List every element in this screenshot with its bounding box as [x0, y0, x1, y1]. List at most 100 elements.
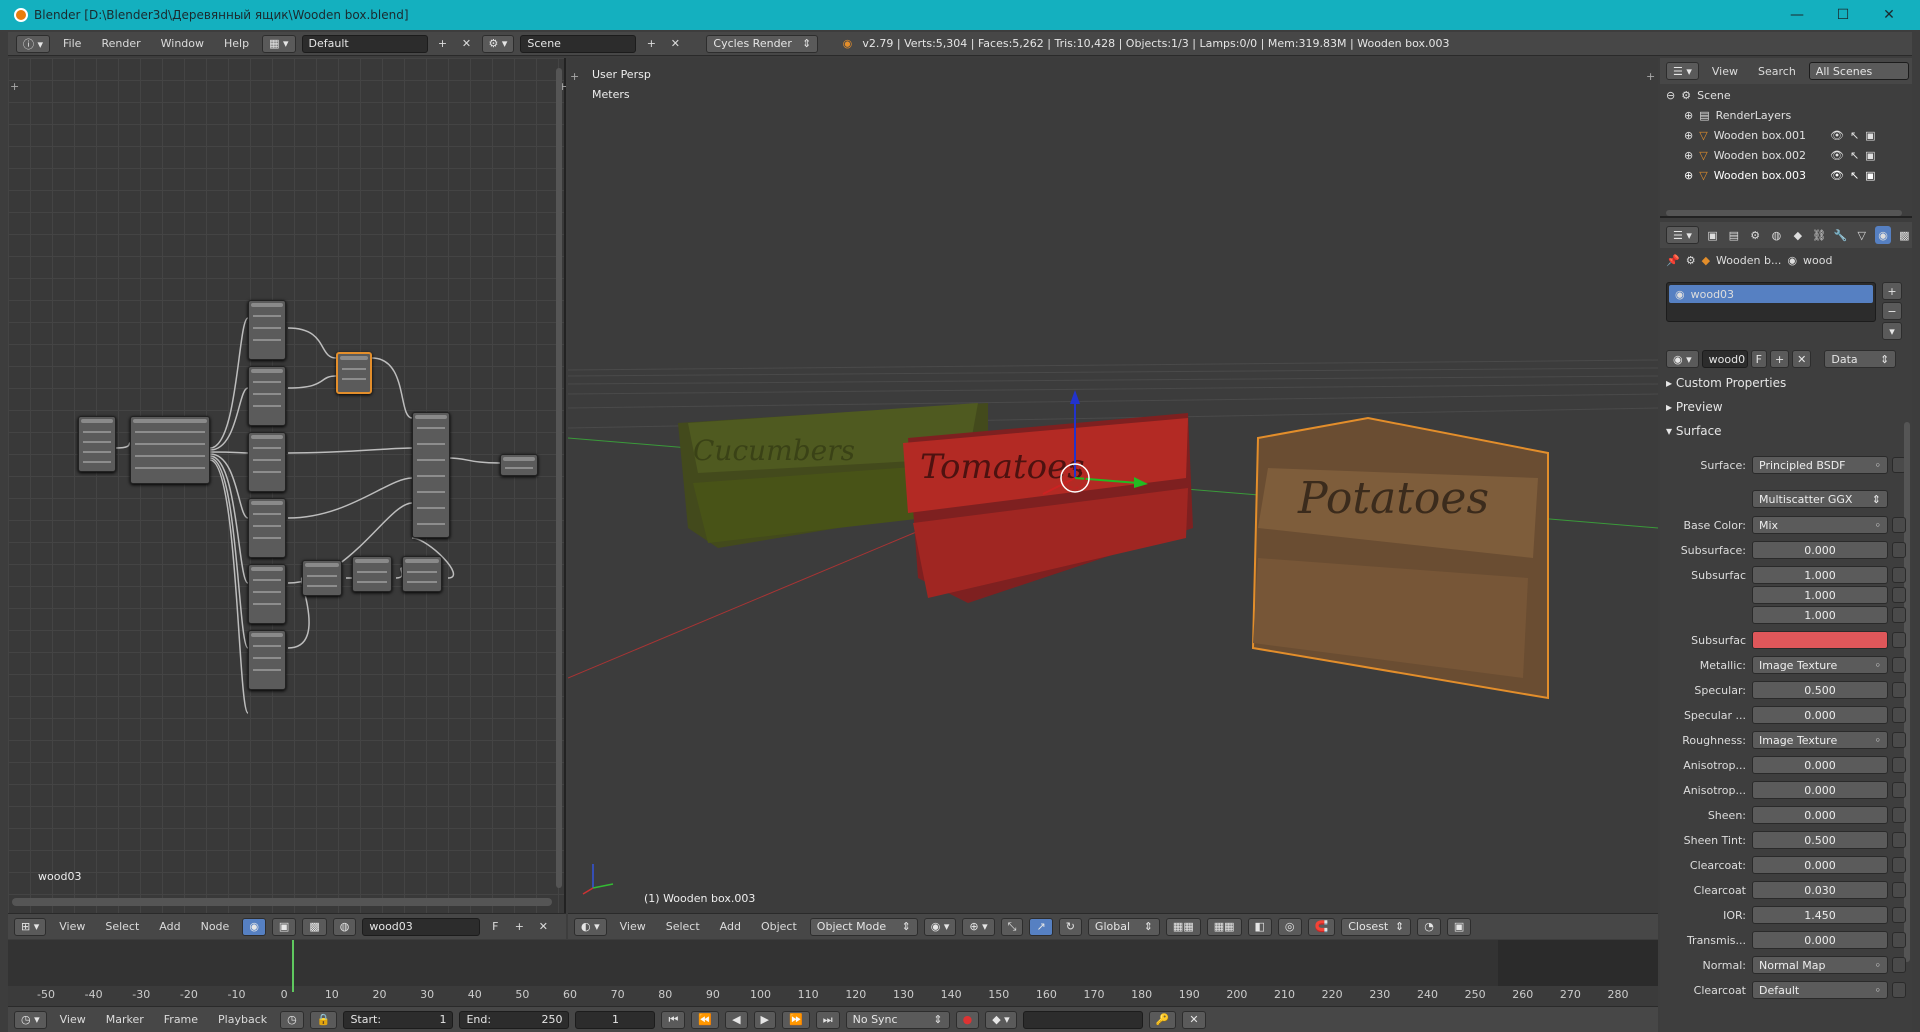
- prop-number-field[interactable]: 1.000: [1752, 586, 1888, 604]
- outliner-item-wooden-box-003[interactable]: ⊕ ▽ Wooden box.003 👁 ↖ ▣: [1684, 166, 1876, 184]
- node-horizontal-scrollbar[interactable]: [12, 898, 552, 906]
- timeline[interactable]: -50 -40 -30 -20 -10 0 10 20 30 40 50 60 70 80 90 100 110…: [8, 940, 1658, 1010]
- prop-link-button[interactable]: [1892, 882, 1906, 898]
- expand-icon[interactable]: ⊖: [1666, 89, 1675, 102]
- play-icon[interactable]: ▶: [753, 1010, 776, 1029]
- render-tab-icon[interactable]: ▣: [1705, 226, 1720, 244]
- outliner-scrollbar[interactable]: [1666, 210, 1902, 216]
- keying-set-icon[interactable]: ◆ ▾: [985, 1010, 1017, 1029]
- slot-specials-button[interactable]: ▾: [1882, 322, 1902, 340]
- outliner-menu-search[interactable]: Search: [1751, 65, 1803, 78]
- prop-number-field[interactable]: 0.500: [1752, 831, 1888, 849]
- node-menu-node[interactable]: Node: [194, 920, 237, 933]
- material-link-select[interactable]: Data ⇕: [1824, 350, 1897, 368]
- timeline-menu-playback[interactable]: Playback: [211, 1013, 274, 1026]
- prop-link-button[interactable]: [1892, 682, 1906, 698]
- remove-slot-button[interactable]: −: [1882, 302, 1902, 320]
- menu-help[interactable]: Help: [217, 37, 256, 50]
- expand-icon[interactable]: ⊕: [1684, 109, 1693, 122]
- data-tab-icon[interactable]: ▽: [1854, 226, 1869, 244]
- constraints-tab-icon[interactable]: ⛓: [1811, 226, 1826, 244]
- scene-field[interactable]: Scene: [520, 34, 637, 53]
- node-fake-user-button[interactable]: F: [486, 918, 504, 936]
- prop-select[interactable]: Normal Map ◦: [1752, 956, 1888, 974]
- prop-number-field[interactable]: 0.000: [1752, 781, 1888, 799]
- node-menu-add[interactable]: Add: [152, 920, 187, 933]
- current-frame-field[interactable]: 1: [575, 1010, 656, 1029]
- outliner-item-renderlayers[interactable]: ⊕ ▤ RenderLayers: [1684, 106, 1791, 124]
- prev-keyframe-icon[interactable]: ⏪: [691, 1010, 720, 1029]
- screen-layout-icon[interactable]: ▦ ▾: [262, 34, 296, 53]
- orientation-select[interactable]: Global ⇕: [1087, 917, 1160, 936]
- remove-scene-icon[interactable]: ✕: [666, 35, 684, 53]
- node-material-field[interactable]: wood03: [362, 917, 481, 936]
- node-add-material-icon[interactable]: +: [510, 918, 528, 936]
- material-tab-icon[interactable]: ◉: [1875, 226, 1891, 244]
- prop-link-button[interactable]: [1892, 632, 1906, 648]
- close-button[interactable]: ✕: [1866, 0, 1912, 30]
- jump-end-icon[interactable]: ⏭: [815, 1010, 840, 1029]
- material-new-icon[interactable]: +: [1769, 350, 1790, 368]
- node-principled-bsdf[interactable]: [412, 412, 450, 538]
- prop-number-field[interactable]: 1.450: [1752, 906, 1888, 924]
- material-unlink-icon[interactable]: ✕: [1792, 350, 1812, 368]
- prop-number-field[interactable]: 1.000: [1752, 606, 1888, 624]
- layers-tab-icon[interactable]: ▤: [1726, 226, 1741, 244]
- timeline-menu-marker[interactable]: Marker: [99, 1013, 151, 1026]
- prop-number-field[interactable]: 0.000: [1752, 856, 1888, 874]
- screen-layout-field[interactable]: Default: [301, 34, 428, 53]
- prop-number-field[interactable]: 0.000: [1752, 756, 1888, 774]
- node-image-texture-4[interactable]: [248, 498, 286, 558]
- menu-window[interactable]: Window: [154, 37, 211, 50]
- record-icon[interactable]: ●: [955, 1010, 980, 1029]
- pin-icon[interactable]: 📌: [1666, 254, 1680, 267]
- pivot-point-icon[interactable]: ⊕ ▾: [962, 917, 995, 936]
- scene-icon[interactable]: ⚙ ▾: [481, 34, 515, 53]
- timeline-editor-type-button[interactable]: ◷ ▾: [14, 1010, 47, 1029]
- prop-link-button[interactable]: [1892, 782, 1906, 798]
- opengl-render-icon[interactable]: ▣: [1446, 917, 1472, 936]
- modifiers-tab-icon[interactable]: 🔧: [1833, 226, 1848, 244]
- viewport-editor-type-button[interactable]: ◐ ▾: [574, 917, 607, 936]
- node-bump[interactable]: [302, 560, 342, 596]
- visibility-eye-icon[interactable]: 👁: [1830, 149, 1844, 162]
- node-material-output[interactable]: [500, 454, 538, 476]
- outliner-item-scene[interactable]: ⊖ ⚙ Scene: [1666, 86, 1731, 104]
- snap-target-select[interactable]: Closest ⇕: [1341, 917, 1412, 936]
- render-camera-icon[interactable]: ▣: [1865, 169, 1875, 182]
- maximize-button[interactable]: ☐: [1820, 0, 1866, 30]
- prop-number-field[interactable]: 0.500: [1752, 681, 1888, 699]
- node-normal-map[interactable]: [352, 556, 392, 592]
- outliner[interactable]: ☰ ▾ View Search All Scenes ⊖ ⚙ Scene ⊕ ▤ Ren…: [1660, 58, 1912, 218]
- object-tab-icon[interactable]: ◆: [1790, 226, 1805, 244]
- node-texture-coordinate[interactable]: [78, 416, 116, 472]
- prop-select[interactable]: Mix ◦: [1752, 516, 1888, 534]
- node-vertical-scrollbar[interactable]: [556, 68, 562, 888]
- select-cursor-icon[interactable]: ↖: [1850, 129, 1859, 142]
- menu-file[interactable]: File: [56, 37, 88, 50]
- prop-link-button[interactable]: [1892, 587, 1906, 603]
- outliner-item-wooden-box-002[interactable]: ⊕ ▽ Wooden box.002 👁 ↖ ▣: [1684, 146, 1876, 164]
- prop-link-button[interactable]: [1892, 932, 1906, 948]
- compositing-nodes-icon[interactable]: ▣: [271, 917, 297, 936]
- current-frame-cursor[interactable]: [292, 940, 294, 992]
- remove-layout-icon[interactable]: ✕: [458, 35, 476, 53]
- add-layout-icon[interactable]: +: [434, 35, 452, 53]
- material-name-field[interactable]: wood0: [1701, 350, 1748, 368]
- play-reverse-icon[interactable]: ◀: [725, 1010, 748, 1029]
- prop-link-button[interactable]: [1892, 982, 1906, 998]
- timeline-menu-frame[interactable]: Frame: [157, 1013, 205, 1026]
- prop-link-button[interactable]: [1892, 542, 1906, 558]
- prop-link-button[interactable]: [1892, 732, 1906, 748]
- texture-nodes-icon[interactable]: ▩: [302, 917, 327, 936]
- insert-keyframe-icon[interactable]: 🔑: [1148, 1010, 1177, 1029]
- node-image-texture-6[interactable]: [248, 630, 286, 690]
- mode-select[interactable]: Object Mode ⇕: [809, 917, 918, 936]
- viewport-menu-add[interactable]: Add: [713, 920, 748, 933]
- viewport-menu-select[interactable]: Select: [659, 920, 707, 933]
- material-slot-list[interactable]: ◉ wood03: [1666, 282, 1876, 322]
- shader-nodes-icon[interactable]: ◉: [242, 917, 266, 936]
- object-shader-icon[interactable]: ◍: [332, 917, 357, 936]
- properties-editor[interactable]: ☰ ▾ ▣ ▤ ⚙ ◍ ◆ ⛓ 🔧 ▽ ◉ ▩ 📌 ⚙ ◆ Wooden b..…: [1660, 222, 1912, 1032]
- timeline-track-area[interactable]: [8, 940, 1658, 986]
